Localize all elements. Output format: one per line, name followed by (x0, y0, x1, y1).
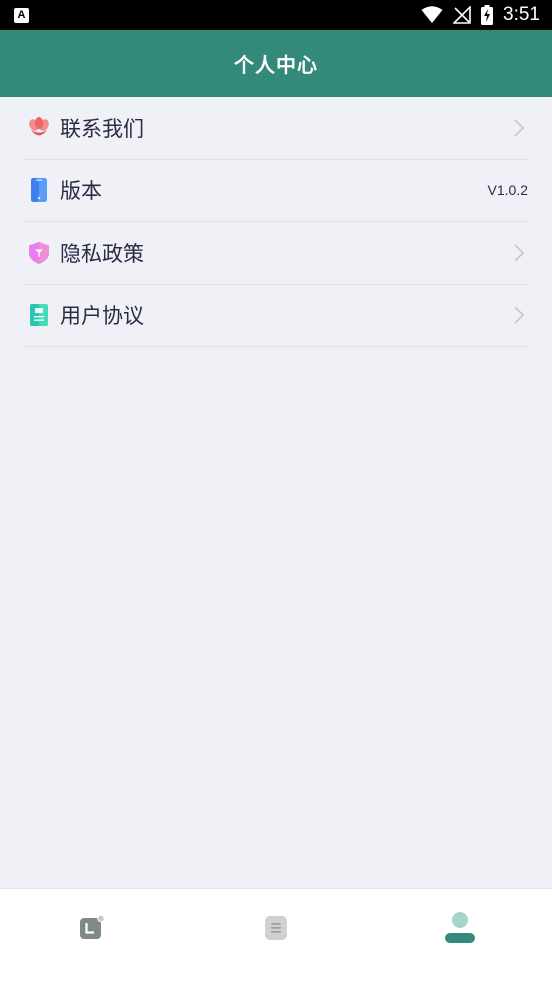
menu-item-label: 联系我们 (60, 116, 144, 141)
status-right: 3:51 (421, 4, 540, 26)
menu-item-contact-us[interactable]: 联系我们 (24, 97, 528, 160)
tab-clock[interactable] (0, 889, 184, 981)
version-value: V1.0.2 (487, 182, 528, 199)
no-signal-icon (453, 6, 471, 24)
menu-list: 联系我们 版本 V1.0.2 隐私政策 用户协议 (0, 97, 552, 347)
phone-icon (28, 178, 50, 203)
chevron-right-icon (514, 119, 524, 137)
app-header: 个人中心 (0, 30, 552, 97)
menu-item-label: 隐私政策 (60, 241, 144, 266)
tab-bar (0, 888, 552, 981)
a-icon: A (14, 7, 29, 23)
tab-list[interactable] (184, 889, 368, 981)
menu-item-user-agreement[interactable]: 用户协议 (24, 285, 528, 347)
menu-item-privacy-policy[interactable]: 隐私政策 (24, 222, 528, 285)
user-icon (445, 912, 475, 943)
shield-icon (28, 241, 50, 264)
tab-user[interactable] (368, 889, 552, 981)
flower-icon (28, 116, 50, 139)
wifi-icon (421, 6, 443, 23)
status-bar: A 3:51 (0, 0, 552, 30)
menu-item-version: 版本 V1.0.2 (24, 160, 528, 222)
status-time: 3:51 (503, 4, 540, 25)
status-left: A (14, 7, 29, 23)
menu-item-label: 版本 (60, 179, 102, 204)
menu-item-label: 用户协议 (60, 304, 144, 329)
chevron-right-icon (514, 306, 524, 324)
document-icon (28, 304, 50, 327)
list-icon (265, 916, 287, 940)
clock-icon (80, 914, 105, 939)
chevron-right-icon (514, 244, 524, 262)
battery-charging-icon (481, 5, 494, 25)
page-title: 个人中心 (234, 53, 318, 77)
